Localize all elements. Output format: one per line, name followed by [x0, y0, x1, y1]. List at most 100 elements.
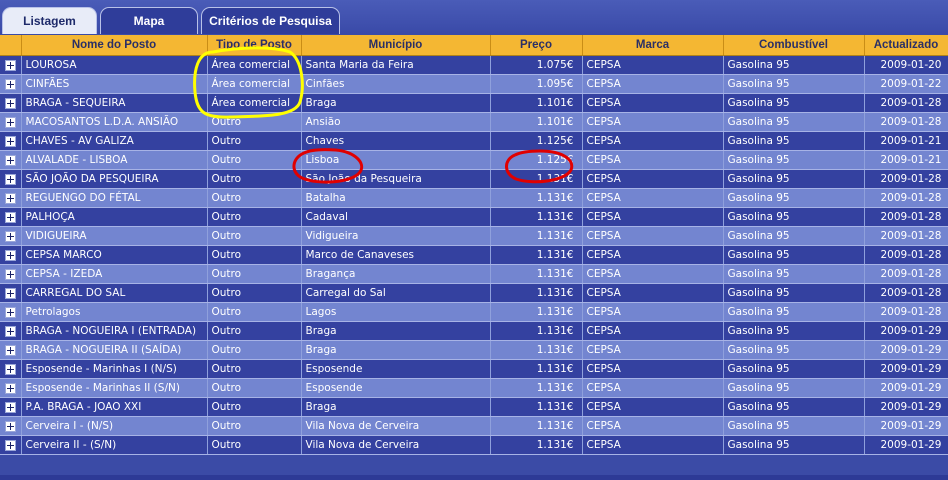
- expand-cell: [0, 264, 22, 284]
- cell-municipio: Vila Nova de Cerveira: [301, 435, 491, 455]
- cell-combustivel: Gasolina 95: [723, 93, 865, 113]
- expand-plus-icon[interactable]: [4, 211, 16, 223]
- expand-plus-icon[interactable]: [4, 135, 16, 147]
- column-header-municipio[interactable]: Município: [301, 35, 491, 56]
- expand-plus-icon[interactable]: [4, 363, 16, 375]
- expand-plus-icon[interactable]: [4, 154, 16, 166]
- column-header-tipo-posto[interactable]: Tipo de Posto: [207, 35, 302, 56]
- cell-actualizado: 2009-01-28: [864, 302, 948, 322]
- cell-tipo-posto: Outro: [207, 378, 302, 398]
- cell-preco: 1.131€: [490, 321, 583, 341]
- expand-plus-icon[interactable]: [4, 287, 16, 299]
- cell-combustivel: Gasolina 95: [723, 150, 865, 170]
- cell-tipo-posto: Outro: [207, 150, 302, 170]
- cell-marca: CEPSA: [582, 169, 724, 189]
- cell-tipo-posto: Outro: [207, 416, 302, 436]
- cell-tipo-posto: Outro: [207, 112, 302, 132]
- cell-actualizado: 2009-01-29: [864, 359, 948, 379]
- table-row[interactable]: SÃO JOÃO DA PESQUEIRA Outro São João da Pe…: [0, 169, 948, 189]
- expand-plus-icon[interactable]: [4, 78, 16, 90]
- table-row[interactable]: CARREGAL DO SAL Outro Carregal do Sal 1.131…: [0, 283, 948, 303]
- column-header-preco[interactable]: Preço: [490, 35, 583, 56]
- table-row[interactable]: BRAGA - NOGUEIRA I (ENTRADA) Outro Braga 1.…: [0, 321, 948, 341]
- table-row[interactable]: CEPSA MARCO Outro Marco de Canaveses 1.131€…: [0, 245, 948, 265]
- table-row[interactable]: CEPSA - IZEDA Outro Bragança 1.131€ CEPSA Gas…: [0, 264, 948, 284]
- table-row[interactable]: REGUENGO DO FÉTAL Outro Batalha 1.131€ CEPSA…: [0, 188, 948, 208]
- cell-combustivel: Gasolina 95: [723, 321, 865, 341]
- cell-municipio: Braga: [301, 93, 491, 113]
- cell-combustivel: Gasolina 95: [723, 245, 865, 265]
- table-row[interactable]: Petrolagos Outro Lagos 1.131€ CEPSA Gasolina …: [0, 302, 948, 322]
- cell-marca: CEPSA: [582, 150, 724, 170]
- column-header-expand: [0, 35, 22, 56]
- table-row[interactable]: Esposende - Marinhas II (S/N) Outro Espose…: [0, 378, 948, 398]
- cell-nome-posto: Esposende - Marinhas II (S/N): [21, 378, 208, 398]
- cell-nome-posto: CARREGAL DO SAL: [21, 283, 208, 303]
- column-header-marca[interactable]: Marca: [582, 35, 724, 56]
- expand-plus-icon[interactable]: [4, 268, 16, 280]
- table-row[interactable]: LOUROSA Área comercial Santa Maria da Feir…: [0, 55, 948, 75]
- cell-nome-posto: BRAGA - NOGUEIRA I (ENTRADA): [21, 321, 208, 341]
- cell-preco: 1.131€: [490, 416, 583, 436]
- cell-actualizado: 2009-01-28: [864, 245, 948, 265]
- cell-preco: 1.125€: [490, 150, 583, 170]
- cell-tipo-posto: Outro: [207, 435, 302, 455]
- table-row[interactable]: VIDIGUEIRA Outro Vidigueira 1.131€ CEPSA Gaso…: [0, 226, 948, 246]
- cell-nome-posto: CINFÃES: [21, 74, 208, 94]
- cell-tipo-posto: Área comercial: [207, 55, 302, 75]
- table-row[interactable]: Cerveira II - (S/N) Outro Vila Nova de Cer…: [0, 435, 948, 455]
- table-row[interactable]: P.A. BRAGA - JOAO XXI Outro Braga 1.131€ CEP…: [0, 397, 948, 417]
- table-row[interactable]: Esposende - Marinhas I (N/S) Outro Esposen…: [0, 359, 948, 379]
- expand-plus-icon[interactable]: [4, 192, 16, 204]
- table-row[interactable]: PALHOÇA Outro Cadaval 1.131€ CEPSA Gasolina 9…: [0, 207, 948, 227]
- cell-combustivel: Gasolina 95: [723, 397, 865, 417]
- cell-nome-posto: VIDIGUEIRA: [21, 226, 208, 246]
- cell-preco: 1.131€: [490, 359, 583, 379]
- expand-plus-icon[interactable]: [4, 439, 16, 451]
- expand-plus-icon[interactable]: [4, 97, 16, 109]
- table-row[interactable]: CINFÃES Área comercial Cinfães 1.095€ CEPSA G…: [0, 74, 948, 94]
- expand-plus-icon[interactable]: [4, 344, 16, 356]
- cell-actualizado: 2009-01-28: [864, 226, 948, 246]
- cell-preco: 1.075€: [490, 55, 583, 75]
- expand-plus-icon[interactable]: [4, 249, 16, 261]
- expand-cell: [0, 55, 22, 75]
- expand-plus-icon[interactable]: [4, 420, 16, 432]
- cell-actualizado: 2009-01-20: [864, 55, 948, 75]
- cell-municipio: Lagos: [301, 302, 491, 322]
- table-footer-strip: [0, 475, 948, 480]
- expand-plus-icon[interactable]: [4, 59, 16, 71]
- cell-municipio: São João da Pesqueira: [301, 169, 491, 189]
- column-header-actualizado[interactable]: Actualizado: [864, 35, 948, 56]
- cell-tipo-posto: Outro: [207, 302, 302, 322]
- table-row[interactable]: BRAGA - SEQUEIRA Área comercial Braga 1.101…: [0, 93, 948, 113]
- cell-nome-posto: Petrolagos: [21, 302, 208, 322]
- cell-actualizado: 2009-01-28: [864, 207, 948, 227]
- expand-cell: [0, 93, 22, 113]
- tab-listagem[interactable]: Listagem: [2, 7, 97, 34]
- tab-criterios-pesquisa[interactable]: Critérios de Pesquisa: [201, 7, 340, 34]
- table-row[interactable]: ALVALADE - LISBOA Outro Lisboa 1.125€ CEPSA G…: [0, 150, 948, 170]
- expand-plus-icon[interactable]: [4, 382, 16, 394]
- table-row[interactable]: CHAVES - AV GALIZA Outro Chaves 1.125€ CEPSA…: [0, 131, 948, 151]
- expand-plus-icon[interactable]: [4, 325, 16, 337]
- expand-cell: [0, 416, 22, 436]
- table-row[interactable]: Cerveira I - (N/S) Outro Vila Nova de Cerv…: [0, 416, 948, 436]
- cell-combustivel: Gasolina 95: [723, 378, 865, 398]
- cell-preco: 1.131€: [490, 378, 583, 398]
- table-row[interactable]: MACOSANTOS L.D.A. ANSIÃO Outro Ansião 1.101…: [0, 112, 948, 132]
- table-row[interactable]: BRAGA - NOGUEIRA II (SAÍDA) Outro Braga 1.1…: [0, 340, 948, 360]
- expand-cell: [0, 74, 22, 94]
- expand-plus-icon[interactable]: [4, 306, 16, 318]
- column-header-nome-posto[interactable]: Nome do Posto: [21, 35, 208, 56]
- cell-nome-posto: Esposende - Marinhas I (N/S): [21, 359, 208, 379]
- expand-plus-icon[interactable]: [4, 116, 16, 128]
- expand-plus-icon[interactable]: [4, 230, 16, 242]
- cell-municipio: Carregal do Sal: [301, 283, 491, 303]
- tab-mapa[interactable]: Mapa: [100, 7, 198, 34]
- cell-municipio: Ansião: [301, 112, 491, 132]
- column-header-combustivel[interactable]: Combustível: [723, 35, 865, 56]
- expand-plus-icon[interactable]: [4, 173, 16, 185]
- cell-actualizado: 2009-01-21: [864, 150, 948, 170]
- expand-plus-icon[interactable]: [4, 401, 16, 413]
